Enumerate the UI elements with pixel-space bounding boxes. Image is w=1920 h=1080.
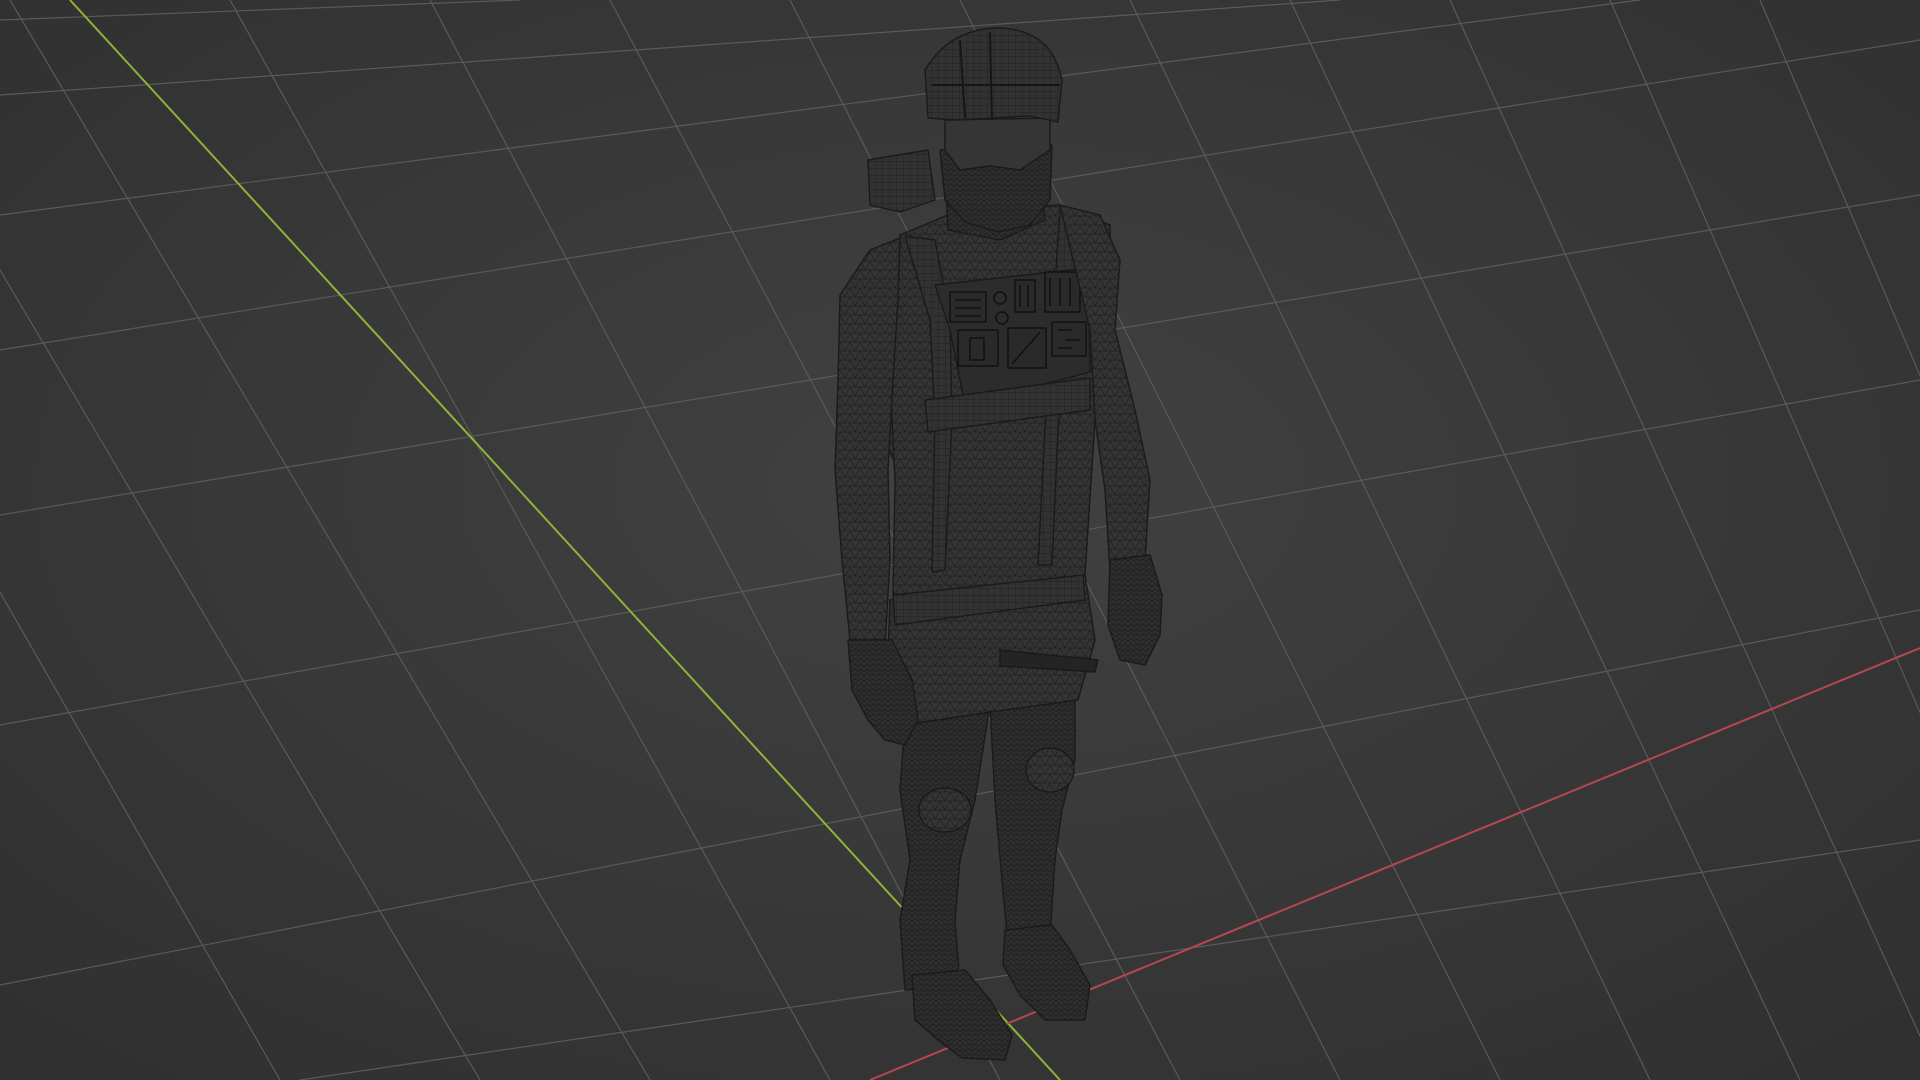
- right-knee-pad: [1025, 747, 1075, 793]
- left-knee-pad: [918, 787, 972, 833]
- backpack-frame: [867, 149, 936, 213]
- viewport-canvas[interactable]: [0, 0, 1920, 1080]
- 3d-viewport[interactable]: [0, 0, 1920, 1080]
- right-glove: [1107, 554, 1163, 666]
